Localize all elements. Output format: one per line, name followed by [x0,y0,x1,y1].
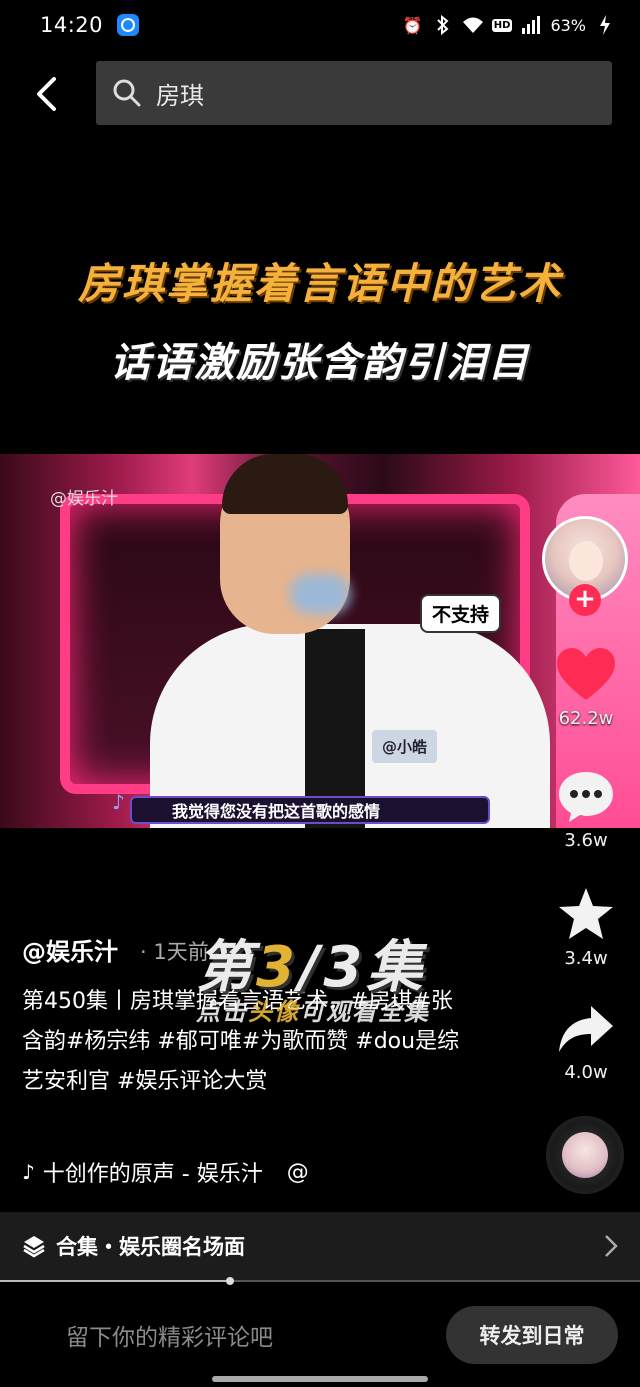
wifi-icon [462,15,484,35]
status-time: 14:20 [40,13,104,37]
search-input[interactable]: 房琪 [96,61,612,125]
comment-count: 3.6w [564,830,608,851]
episode-number: 3 [256,935,299,1000]
episode-suffix: /3集 [298,935,427,1000]
app-notification-icon [117,14,140,36]
star-icon [559,888,613,939]
status-icons: ⏰ HD 63% [402,15,616,35]
collection-label: 合集・娱乐圈名场面 [56,1235,245,1259]
battery-icon [594,15,616,35]
blurred-mic [290,574,350,614]
search-query: 房琪 [156,81,204,110]
video-title-line2: 话语激励张含韵引泪目 [110,340,530,386]
repost-button[interactable]: 转发到日常 [446,1306,618,1364]
episode-prefix: 第 [196,935,256,1000]
chevron-left-icon [37,77,56,111]
name-tag: @小皓 [372,730,438,763]
music-at: @ [286,1159,309,1185]
layers-icon [23,1236,45,1258]
comment-input[interactable]: 留下你的精彩评论吧 [66,1318,273,1352]
click-highlight: 头像 [248,998,300,1026]
signal-icon [520,15,542,35]
status-bar: 14:20 ⏰ HD 63% [0,0,640,50]
battery-percent: 63% [550,15,586,35]
favorite-button[interactable]: 3.4w [550,886,622,969]
comment-button[interactable]: 3.6w [550,768,622,851]
share-button[interactable]: 4.0w [550,1004,622,1083]
favorite-count: 3.4w [564,948,608,969]
share-count: 4.0w [564,1062,608,1083]
video-progress-fill [0,1280,231,1282]
music-title: 十创作的原声 - 娱乐汁 [42,1162,263,1187]
heart-icon [557,648,615,700]
back-button[interactable] [26,72,66,116]
tag-bubble: 不支持 [420,594,502,633]
tiktok-note-icon: ♪ [22,1160,35,1184]
like-count: 62.2w [558,708,614,729]
music-note-icon: ♪ [112,790,125,814]
music-disc[interactable] [546,1116,624,1194]
alarm-icon: ⏰ [402,15,423,35]
share-arrow-icon [559,1006,613,1052]
video-frame: @娱乐汁 不支持 @小皓 ♪ 我觉得您没有把这首歌的感情 [0,454,640,828]
music-disc-cover [562,1132,608,1178]
author-name[interactable]: @娱乐汁 [22,932,118,967]
click-suffix: 可观看全集 [300,998,430,1026]
video-watermark: @娱乐汁 [50,489,118,509]
episode-overlay: 第3/3集 [196,922,426,1003]
search-icon [113,79,141,107]
chevron-right-icon [605,1235,618,1257]
video-title-line1: 房琪掌握着言语中的艺术 [77,259,562,308]
collection-bar[interactable]: 合集・娱乐圈名场面 [0,1212,640,1280]
video-progress-handle[interactable] [226,1277,235,1285]
hd-icon: HD [491,18,513,32]
avatar-face [569,541,603,581]
music-info[interactable]: ♪ 十创作的原声 - 娱乐汁 @ [22,1156,309,1188]
follow-button[interactable]: + [569,584,601,616]
comment-icon [559,772,613,822]
video-progress-bar[interactable] [0,1277,640,1285]
bluetooth-icon [432,15,454,35]
like-button[interactable]: 62.2w [550,646,622,729]
home-indicator [212,1376,428,1382]
click-hint-overlay: 点击头像可观看全集 [196,992,430,1027]
click-prefix: 点击 [196,998,248,1026]
performer-hair [222,454,348,514]
video-subtitle: 我觉得您没有把这首歌的感情 [130,796,490,824]
video-player[interactable]: 房琪掌握着言语中的艺术 话语激励张含韵引泪目 @娱乐汁 不支持 @小皓 ♪ 我觉… [0,200,640,830]
